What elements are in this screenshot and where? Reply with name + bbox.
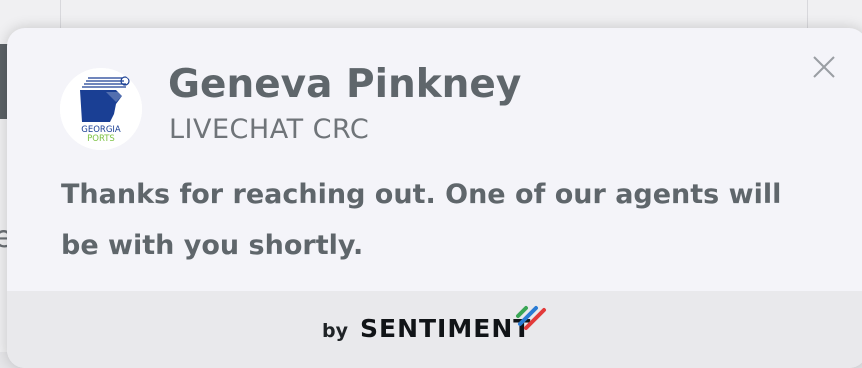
close-icon <box>811 54 837 80</box>
background-divider <box>60 0 61 30</box>
close-button[interactable] <box>811 54 837 80</box>
powered-by-footer: by SENTIMENT <box>7 291 862 368</box>
powered-by-link[interactable]: by SENTIMENT <box>322 314 531 343</box>
brand-name: SENTIMENT <box>360 314 531 343</box>
georgia-ports-logo: GEORGIA PORTS <box>60 68 142 150</box>
chat-message: Thanks for reaching out. One of our agen… <box>61 169 821 271</box>
chat-notification-popup[interactable]: GEORGIA PORTS Geneva Pinkney LIVECHAT CR… <box>7 28 862 368</box>
sentiment-logo-icon <box>512 302 548 332</box>
agent-avatar: GEORGIA PORTS <box>60 68 142 150</box>
logo-text-ports: PORTS <box>87 134 115 144</box>
powered-by-label: by <box>322 320 348 342</box>
agent-name: Geneva Pinkney <box>168 62 521 107</box>
agent-department: LIVECHAT CRC <box>169 114 369 145</box>
background-divider <box>807 0 808 30</box>
